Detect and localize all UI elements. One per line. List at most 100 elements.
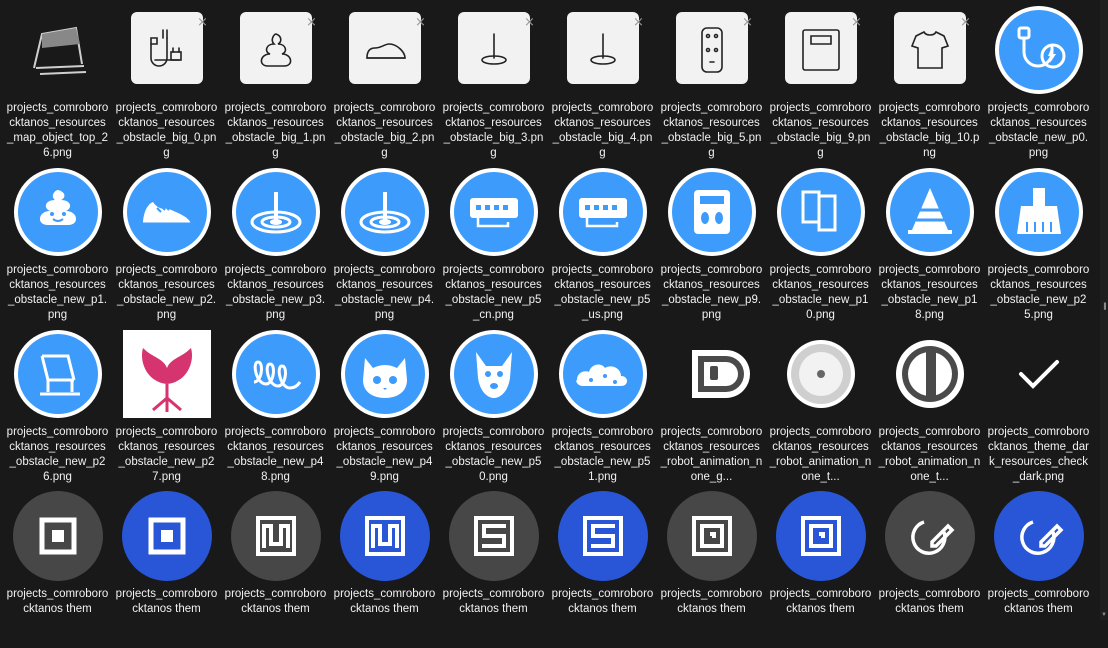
file-tile[interactable]: × projects_comroborocktanos_resources_obs…: [221, 0, 330, 162]
dustpan-icon: [993, 166, 1085, 258]
file-tile[interactable]: projects_comroborocktanos them: [439, 486, 548, 648]
svg-text:×: ×: [742, 15, 753, 30]
file-tile[interactable]: × projects_comroborocktanos_resources_obs…: [875, 0, 984, 162]
file-tile[interactable]: projects_comroborocktanos_resources_obst…: [439, 162, 548, 324]
file-tile[interactable]: × projects_comroborocktanos_resources_obs…: [112, 0, 221, 162]
file-tile[interactable]: projects_comroborocktanos_resources_obst…: [984, 162, 1093, 324]
file-name: projects_comroborocktanos_resources_obst…: [551, 102, 654, 159]
cat-icon: [339, 328, 431, 420]
square-mode-icon: [121, 490, 213, 582]
file-tile[interactable]: projects_comroborocktanos_resources_obst…: [112, 162, 221, 324]
double-square-mode-icon: [666, 490, 758, 582]
scroll-down-arrow[interactable]: ▼: [1101, 612, 1107, 618]
robot-top-icon: [775, 328, 867, 420]
file-tile[interactable]: projects_comroborocktanos_resources_obst…: [875, 162, 984, 324]
s-mode-icon: [557, 490, 649, 582]
swan-chair-icon: [121, 328, 213, 420]
file-tile[interactable]: projects_comroborocktanos them: [766, 486, 875, 648]
file-tile[interactable]: projects_comroborocktanos_resources_obst…: [657, 162, 766, 324]
file-tile[interactable]: projects_comroborocktanos_resources_robo…: [766, 324, 875, 486]
file-row: projects_comroborocktanos_resources_obst…: [3, 162, 1093, 324]
loops-icon: [230, 328, 322, 420]
file-name: projects_comroborocktanos them: [442, 588, 545, 615]
file-tile[interactable]: projects_comroborocktanos_resources_map_…: [3, 0, 112, 162]
file-tile[interactable]: projects_comroborocktanos them: [221, 486, 330, 648]
base-icon: [339, 166, 431, 258]
file-name: projects_comroborocktanos_resources_obst…: [224, 102, 327, 159]
poop-icon: ×: [230, 4, 322, 96]
file-tile[interactable]: projects_comroborocktanos_theme_dark_res…: [984, 324, 1093, 486]
file-tile[interactable]: projects_comroborocktanos_resources_obst…: [766, 162, 875, 324]
file-grid: projects_comroborocktanos_resources_map_…: [3, 0, 1093, 648]
file-name: projects_comroborocktanos them: [987, 588, 1090, 615]
chair-icon: [12, 328, 104, 420]
file-tile[interactable]: projects_comroborocktanos_resources_obst…: [439, 324, 548, 486]
sneaker-icon: [121, 166, 213, 258]
s-mode-icon: [448, 490, 540, 582]
file-tile[interactable]: × projects_comroborocktanos_resources_obs…: [330, 0, 439, 162]
file-name: projects_comroborocktanos_resources_obst…: [878, 264, 981, 321]
shirt-icon: ×: [884, 4, 976, 96]
file-name: projects_comroborocktanos_resources_obst…: [224, 426, 327, 483]
file-name: projects_comroborocktanos_resources_obst…: [442, 264, 545, 321]
file-tile[interactable]: projects_comroborocktanos_resources_obst…: [112, 324, 221, 486]
file-name: projects_comroborocktanos them: [551, 588, 654, 615]
file-tile[interactable]: projects_comroborocktanos_resources_obst…: [3, 162, 112, 324]
vertical-scrollbar[interactable]: ▐ ▼: [1100, 0, 1108, 620]
file-name: projects_comroborocktanos_resources_obst…: [660, 102, 763, 159]
file-tile[interactable]: projects_comroborocktanos them: [548, 486, 657, 648]
file-tile[interactable]: projects_comroborocktanos_resources_obst…: [221, 324, 330, 486]
file-tile[interactable]: projects_comroborocktanos them: [330, 486, 439, 648]
file-tile[interactable]: projects_comroborocktanos_resources_obst…: [548, 324, 657, 486]
file-tile[interactable]: projects_comroborocktanos them: [112, 486, 221, 648]
scale-icon: [666, 166, 758, 258]
file-name: projects_comroborocktanos_resources_obst…: [442, 426, 545, 483]
svg-text:×: ×: [524, 15, 535, 30]
base-icon: [230, 166, 322, 258]
file-tile[interactable]: projects_comroborocktanos_resources_obst…: [548, 162, 657, 324]
file-tile[interactable]: × projects_comroborocktanos_resources_obs…: [766, 0, 875, 162]
file-name: projects_comroborocktanos_resources_obst…: [115, 264, 218, 321]
file-row: projects_comroborocktanos them projects_c…: [3, 486, 1093, 648]
file-tile[interactable]: projects_comroborocktanos them: [657, 486, 766, 648]
file-tile[interactable]: projects_comroborocktanos_resources_robo…: [657, 324, 766, 486]
file-name: projects_comroborocktanos_resources_obst…: [333, 264, 436, 321]
file-tile[interactable]: projects_comroborocktanos_resources_robo…: [875, 324, 984, 486]
edit-mode-icon: [993, 490, 1085, 582]
file-name: projects_comroborocktanos_resources_obst…: [442, 102, 545, 159]
scroll-thumb-marker[interactable]: ▐: [1101, 304, 1107, 310]
scale-icon: ×: [775, 4, 867, 96]
file-tile[interactable]: × projects_comroborocktanos_resources_obs…: [657, 0, 766, 162]
cable-icon: ×: [121, 4, 213, 96]
book-icon: [775, 166, 867, 258]
file-name: projects_comroborocktanos_resources_obst…: [987, 264, 1090, 321]
file-name: projects_comroborocktanos_resources_obst…: [333, 102, 436, 159]
file-tile[interactable]: projects_comroborocktanos them: [984, 486, 1093, 648]
file-name: projects_comroborocktanos_resources_obst…: [6, 264, 109, 321]
svg-text:×: ×: [633, 15, 644, 30]
file-tile[interactable]: projects_comroborocktanos them: [3, 486, 112, 648]
svg-text:×: ×: [960, 15, 971, 30]
file-tile[interactable]: projects_comroborocktanos them: [875, 486, 984, 648]
file-name: projects_comroborocktanos them: [6, 588, 109, 615]
power-strip-icon: [448, 166, 540, 258]
robot-side-icon: [666, 328, 758, 420]
file-name: projects_comroborocktanos_resources_obst…: [115, 426, 218, 483]
file-tile[interactable]: × projects_comroborocktanos_resources_obs…: [439, 0, 548, 162]
file-tile[interactable]: projects_comroborocktanos_resources_obst…: [330, 162, 439, 324]
cloud-icon: [557, 328, 649, 420]
file-tile[interactable]: projects_comroborocktanos_resources_obst…: [3, 324, 112, 486]
file-name: projects_comroborocktanos them: [878, 588, 981, 615]
square-mode-icon: [12, 490, 104, 582]
file-name: projects_comroborocktanos_resources_obst…: [333, 426, 436, 483]
file-tile[interactable]: × projects_comroborocktanos_resources_obs…: [548, 0, 657, 162]
file-name: projects_comroborocktanos them: [115, 588, 218, 615]
zigzag-mode-icon: [230, 490, 322, 582]
file-name: projects_comroborocktanos_resources_obst…: [6, 426, 109, 483]
file-name: projects_comroborocktanos them: [333, 588, 436, 615]
file-name: projects_comroborocktanos them: [660, 588, 763, 615]
file-tile[interactable]: projects_comroborocktanos_resources_obst…: [984, 0, 1093, 162]
file-tile[interactable]: projects_comroborocktanos_resources_obst…: [330, 324, 439, 486]
file-tile[interactable]: projects_comroborocktanos_resources_obst…: [221, 162, 330, 324]
cone-icon: [884, 166, 976, 258]
